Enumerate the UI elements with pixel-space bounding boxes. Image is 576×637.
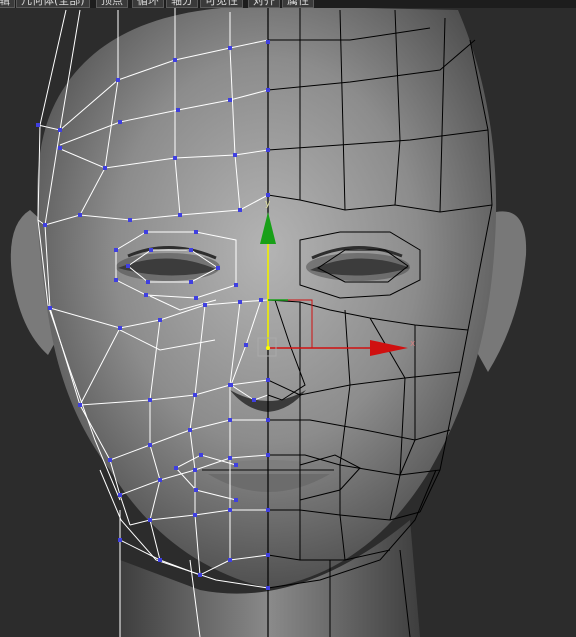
gizmo-pivot[interactable] [266, 346, 270, 350]
3d-viewport[interactable]: 辑 几何体(全部) 顶点 循环 轴分 可见性 对齐 属性 y x [0, 0, 576, 637]
gizmo-x-label: x [410, 339, 416, 349]
toolbar-item-properties[interactable]: 属性 [282, 0, 314, 8]
toolbar-item-loop[interactable]: 循环 [132, 0, 164, 8]
viewport-scene[interactable]: y x [0, 0, 576, 637]
toolbar-item-visibility[interactable]: 可见性 [200, 0, 243, 8]
toolbar-item-vertex[interactable]: 顶点 [96, 0, 128, 8]
top-toolbar: 辑 几何体(全部) 顶点 循环 轴分 可见性 对齐 属性 [0, 0, 576, 8]
toolbar-item-edit[interactable]: 辑 [0, 0, 15, 8]
toolbar-item-axis[interactable]: 轴分 [166, 0, 198, 8]
toolbar-item-geometry[interactable]: 几何体(全部) [16, 0, 90, 8]
toolbar-item-align[interactable]: 对齐 [248, 0, 280, 8]
gizmo-y-label: y [265, 199, 271, 209]
